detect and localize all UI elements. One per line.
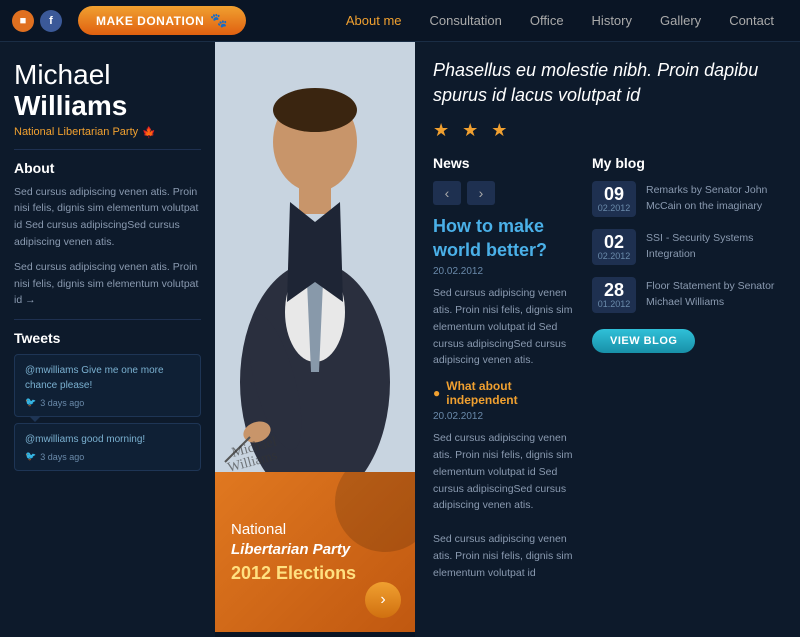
blog-entry-1: 09 02.2012 Remarks by Senator John McCai… <box>592 181 782 217</box>
news-article2-body: Sed cursus adipiscing venen atis. Proin … <box>433 430 576 581</box>
leaf-icon: 🍁 <box>142 126 156 139</box>
nav-contact[interactable]: Contact <box>715 0 788 42</box>
tweet-2: @mwilliams good morning! 🐦 3 days ago <box>14 423 201 471</box>
twitter-icon-2: 🐦 <box>25 451 36 462</box>
news-article1-title: How to make world better? <box>433 215 576 262</box>
nav-consultation[interactable]: Consultation <box>416 0 516 42</box>
two-column-layout: News ‹ › How to make world better? 20.02… <box>433 155 782 591</box>
tweet-2-text: @mwilliams good morning! <box>25 432 190 447</box>
blog-month-2: 02.2012 <box>592 251 636 261</box>
facebook-icon[interactable]: f <box>40 10 62 32</box>
twitter-icon-1: 🐦 <box>25 397 36 408</box>
photo-area: Michael Williams <box>215 42 415 472</box>
main-content: Phasellus eu molestie nibh. Proin dapibu… <box>415 42 800 637</box>
blog-text-3: Floor Statement by Senator Michael Willi… <box>646 277 782 311</box>
nlp-arrow-button[interactable]: › <box>365 582 401 618</box>
about-title: About <box>14 160 201 176</box>
news-next-button[interactable]: › <box>467 181 495 205</box>
blog-date-1: 09 02.2012 <box>592 181 636 217</box>
blog-date-2: 02 02.2012 <box>592 229 636 265</box>
blog-text-1: Remarks by Senator John McCain on the im… <box>646 181 782 215</box>
center-column: Michael Williams National Libertarian Pa… <box>215 42 415 637</box>
nlp-card-title: National Libertarian Party <box>231 520 399 559</box>
party-label: National Libertarian Party 🍁 <box>14 126 201 139</box>
news-title: News <box>433 155 576 171</box>
view-blog-button[interactable]: VIEW BLOG <box>592 329 695 353</box>
nlp-line2: Libertarian Party <box>231 541 350 558</box>
nav-office[interactable]: Office <box>516 0 578 42</box>
blog-day-2: 02 <box>592 233 636 251</box>
nav-about[interactable]: About me <box>332 0 416 42</box>
blog-text-2: SSI - Security Systems Integration <box>646 229 782 263</box>
blog-month-1: 02.2012 <box>592 203 636 213</box>
donate-button[interactable]: MAKE DONATION 🐾 <box>78 6 246 35</box>
tweet-2-time: 🐦 3 days ago <box>25 451 190 462</box>
news-prev-button[interactable]: ‹ <box>433 181 461 205</box>
blog-month-3: 01.2012 <box>592 299 636 309</box>
tweet-1-time: 🐦 3 days ago <box>25 397 190 408</box>
blog-day-3: 28 <box>592 281 636 299</box>
bullet-icon: ● <box>433 386 440 400</box>
first-name: Michael <box>14 59 110 90</box>
main-layout: Michael Williams National Libertarian Pa… <box>0 42 800 637</box>
person-name: Michael Williams <box>14 60 201 122</box>
tweet-1: @mwilliams Give me one more chance pleas… <box>14 354 201 417</box>
about-text-2: Sed cursus adipiscing venen atis. Proin … <box>14 259 201 309</box>
news-article2-date: 20.02.2012 <box>433 411 576 422</box>
news-article1-date: 20.02.2012 <box>433 266 576 277</box>
rating-stars: ★ ★ ★ <box>433 120 782 141</box>
nav-gallery[interactable]: Gallery <box>646 0 715 42</box>
social-icons: ■ f <box>12 10 62 32</box>
party-name: National Libertarian Party <box>14 126 138 138</box>
donate-label: MAKE DONATION <box>96 14 204 28</box>
tweets-title: Tweets <box>14 330 201 346</box>
hero-quote: Phasellus eu molestie nibh. Proin dapibu… <box>433 58 782 108</box>
nlp-card: National Libertarian Party 2012 Election… <box>215 472 415 632</box>
news-navigation: ‹ › <box>433 181 576 205</box>
blog-entry-3: 28 01.2012 Floor Statement by Senator Mi… <box>592 277 782 313</box>
news-article2-title: ● What about independent <box>433 379 576 407</box>
tweet-1-text: @mwilliams Give me one more chance pleas… <box>25 363 190 393</box>
person-photo: Michael Williams <box>215 42 415 472</box>
blog-entry-2: 02 02.2012 SSI - Security Systems Integr… <box>592 229 782 265</box>
rss-icon[interactable]: ■ <box>12 10 34 32</box>
nlp-year: 2012 Elections <box>231 563 399 584</box>
paw-icon: 🐾 <box>210 12 228 29</box>
blog-day-1: 09 <box>592 185 636 203</box>
last-name: Williams <box>14 90 127 121</box>
blog-title: My blog <box>592 155 782 171</box>
main-nav: About me Consultation Office History Gal… <box>332 0 788 42</box>
news-article1-body: Sed cursus adipiscing venen atis. Proin … <box>433 285 576 369</box>
blog-column: My blog 09 02.2012 Remarks by Senator Jo… <box>592 155 782 591</box>
blog-date-3: 28 01.2012 <box>592 277 636 313</box>
divider-2 <box>14 319 201 320</box>
divider-1 <box>14 149 201 150</box>
news-column: News ‹ › How to make world better? 20.02… <box>433 155 576 591</box>
header: ■ f MAKE DONATION 🐾 About me Consultatio… <box>0 0 800 42</box>
nav-history[interactable]: History <box>578 0 646 42</box>
sidebar: Michael Williams National Libertarian Pa… <box>0 42 215 637</box>
nlp-line1: National <box>231 521 286 538</box>
about-text-1: Sed cursus adipiscing venen atis. Proin … <box>14 184 201 251</box>
